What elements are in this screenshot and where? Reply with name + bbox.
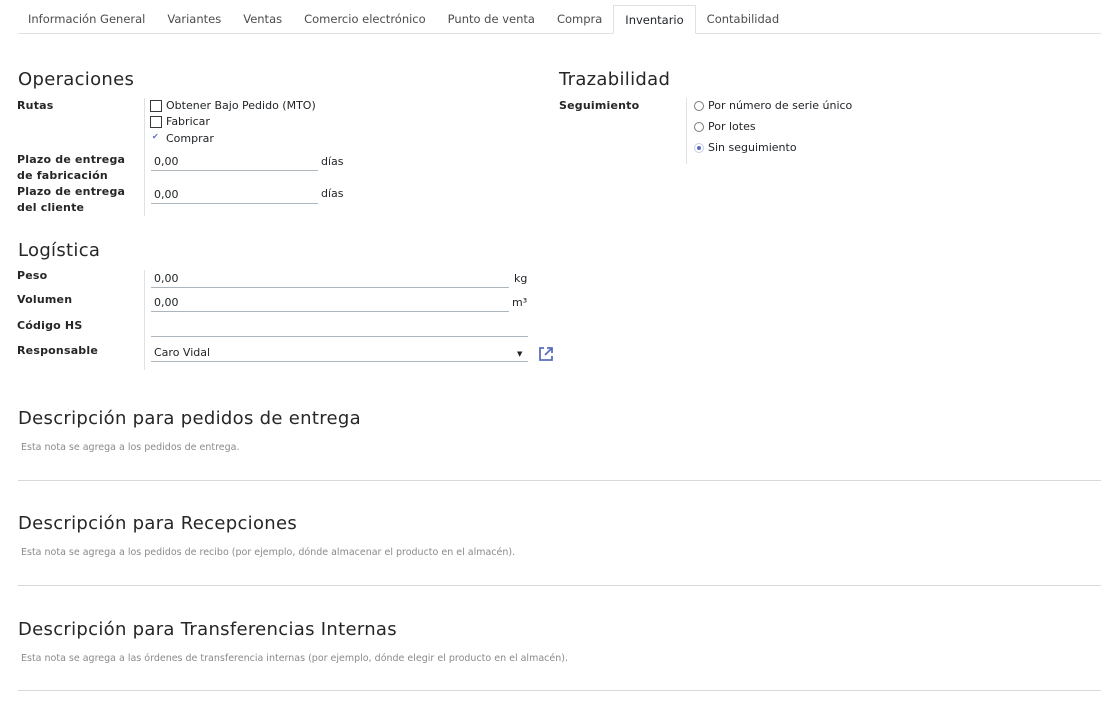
traceability-title: Trazabilidad bbox=[559, 69, 671, 90]
volume-input[interactable]: 0,00 bbox=[151, 295, 509, 312]
route-fabricar-checkbox[interactable] bbox=[150, 115, 162, 128]
mfg-lead-unit: días bbox=[321, 155, 344, 168]
tab-informacion-general[interactable]: Información General bbox=[18, 5, 156, 34]
tab-contabilidad[interactable]: Contabilidad bbox=[696, 5, 790, 34]
responsible-label: Responsable bbox=[17, 344, 99, 357]
route-comprar-checkbox[interactable] bbox=[150, 132, 162, 145]
tracking-serial-radio[interactable] bbox=[694, 100, 704, 111]
customer-lead-label-line2: del cliente bbox=[17, 201, 85, 214]
logistics-divider bbox=[144, 270, 145, 370]
receipt-description-divider bbox=[18, 585, 1101, 586]
routes-label: Rutas bbox=[17, 99, 54, 112]
route-fabricar[interactable]: Fabricar bbox=[150, 115, 210, 128]
tracking-label: Seguimiento bbox=[559, 99, 640, 112]
weight-label: Peso bbox=[17, 269, 48, 282]
mfg-lead-label-line1: Plazo de entrega bbox=[17, 153, 126, 166]
tracking-none[interactable]: Sin seguimiento bbox=[694, 141, 797, 154]
tracking-lots-label: Por lotes bbox=[708, 120, 756, 133]
tracking-lots[interactable]: Por lotes bbox=[694, 120, 756, 133]
operations-title: Operaciones bbox=[18, 69, 135, 90]
delivery-description-title: Descripción para pedidos de entrega bbox=[18, 408, 361, 429]
tracking-none-label: Sin seguimiento bbox=[708, 141, 797, 154]
internal-transfer-description-divider bbox=[18, 690, 1101, 691]
delivery-description-note[interactable]: Esta nota se agrega a los pedidos de ent… bbox=[21, 442, 240, 453]
internal-transfer-description-note[interactable]: Esta nota se agrega a las órdenes de tra… bbox=[21, 653, 568, 664]
weight-input[interactable]: 0,00 bbox=[151, 271, 509, 288]
tracking-serial[interactable]: Por número de serie único bbox=[694, 99, 852, 112]
tracking-none-radio[interactable] bbox=[694, 142, 704, 153]
customer-lead-label-line1: Plazo de entrega bbox=[17, 185, 126, 198]
route-fabricar-label: Fabricar bbox=[166, 115, 210, 128]
mfg-lead-label-line2: de fabricación bbox=[17, 169, 108, 182]
customer-lead-input[interactable]: 0,00 bbox=[151, 187, 318, 204]
tab-variantes[interactable]: Variantes bbox=[156, 5, 232, 34]
customer-lead-unit: días bbox=[321, 187, 344, 200]
traceability-divider bbox=[686, 98, 687, 164]
notebook-tabs: Información General Variantes Ventas Com… bbox=[18, 5, 1101, 34]
internal-transfer-description-title: Descripción para Transferencias Internas bbox=[18, 619, 397, 640]
route-mto-checkbox[interactable] bbox=[150, 99, 162, 112]
volume-unit: m³ bbox=[512, 296, 528, 309]
mfg-lead-label: Plazo de entrega de fabricación bbox=[17, 152, 125, 184]
delivery-description-divider bbox=[18, 480, 1101, 481]
receipt-description-title: Descripción para Recepciones bbox=[18, 513, 298, 534]
tab-punto-de-venta[interactable]: Punto de venta bbox=[437, 5, 546, 34]
external-link-icon[interactable] bbox=[537, 345, 555, 363]
caret-down-icon[interactable]: ▼ bbox=[517, 350, 522, 358]
hs-code-label: Código HS bbox=[17, 319, 83, 332]
responsible-select[interactable]: Caro Vidal bbox=[151, 345, 528, 362]
customer-lead-label: Plazo de entrega del cliente bbox=[17, 184, 125, 216]
hs-code-input[interactable] bbox=[151, 320, 528, 337]
tab-comercio-electronico[interactable]: Comercio electrónico bbox=[293, 5, 437, 34]
route-comprar[interactable]: Comprar bbox=[150, 132, 214, 145]
route-comprar-label: Comprar bbox=[166, 132, 214, 145]
tab-compra[interactable]: Compra bbox=[546, 5, 613, 34]
logistics-title: Logística bbox=[18, 240, 101, 261]
volume-label: Volumen bbox=[17, 293, 73, 306]
route-mto[interactable]: Obtener Bajo Pedido (MTO) bbox=[150, 99, 316, 112]
tab-ventas[interactable]: Ventas bbox=[232, 5, 293, 34]
route-mto-label: Obtener Bajo Pedido (MTO) bbox=[166, 99, 316, 112]
operations-divider bbox=[144, 98, 145, 216]
weight-unit: kg bbox=[514, 272, 528, 285]
tab-inventario[interactable]: Inventario bbox=[613, 5, 696, 34]
receipt-description-note[interactable]: Esta nota se agrega a los pedidos de rec… bbox=[21, 547, 515, 558]
mfg-lead-input[interactable]: 0,00 bbox=[151, 154, 318, 171]
tracking-serial-label: Por número de serie único bbox=[708, 99, 853, 112]
tracking-lots-radio[interactable] bbox=[694, 121, 704, 132]
